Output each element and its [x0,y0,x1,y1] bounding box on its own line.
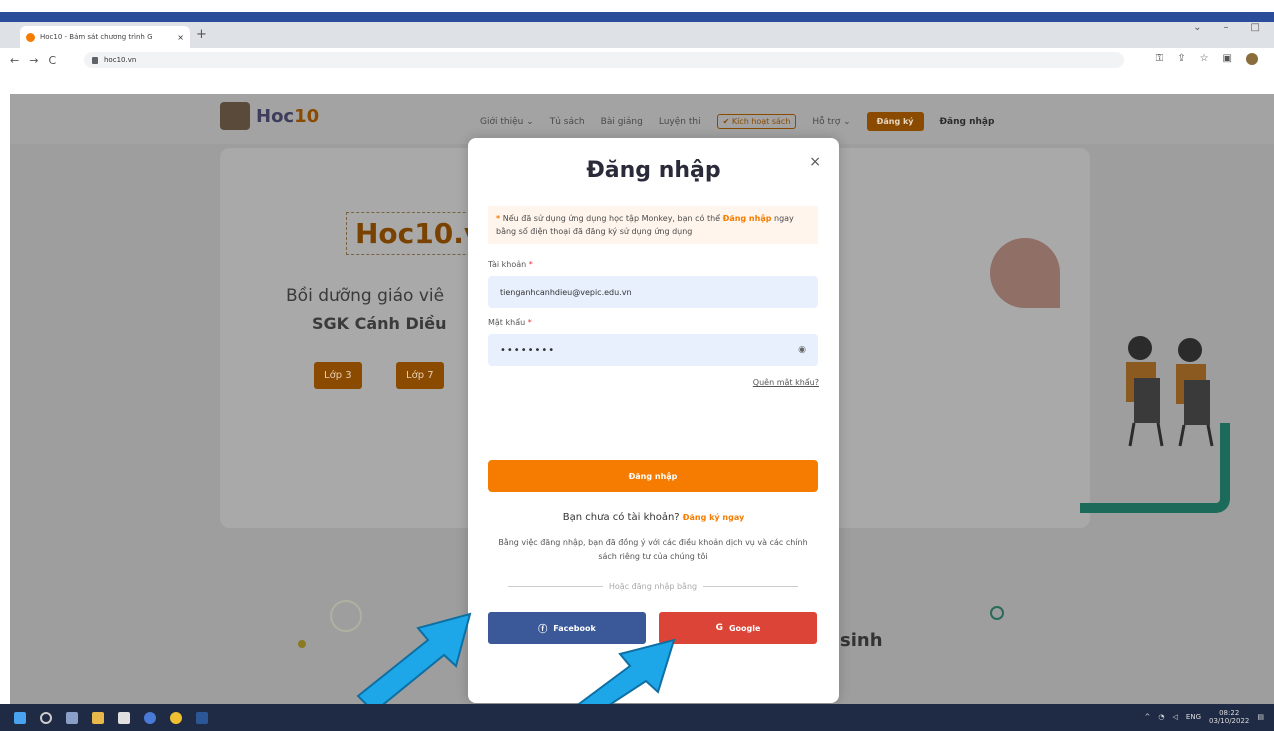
os-taskbar [0,704,1274,731]
nav-gioi-thieu[interactable]: Giới thiệu ⌄ [480,117,534,127]
file-explorer-icon[interactable] [92,711,104,724]
password-label: Mật khẩu * [488,318,532,327]
forgot-password-link[interactable]: Quên mật khẩu? [753,378,819,387]
students-illustration [1126,336,1214,447]
eye-icon[interactable]: ◉ [798,345,806,355]
nav-ho-tro[interactable]: Hỗ trợ ⌄ [812,117,850,127]
lock-icon [92,56,98,64]
login-submit-button[interactable]: Đăng nhập [488,460,818,492]
monkey-notice: * Nếu đã sử dụng ứng dụng học tập Monkey… [488,206,818,244]
nav-bai-giang[interactable]: Bài giảng [601,117,643,127]
share-icon[interactable]: ⇪ [1177,53,1185,65]
grade-7-button[interactable]: Lớp 7 [396,362,444,389]
nav-luyen-thi[interactable]: Luyện thi [659,117,701,127]
word-icon[interactable] [196,711,208,724]
password-input[interactable]: •••••••• ◉ [488,334,818,366]
clock-time: 08:22 [1219,709,1240,717]
google-label: Google [728,623,761,633]
task-view-icon[interactable] [66,711,78,724]
tab-bar [0,22,1274,48]
site-nav: Giới thiệu ⌄ Tủ sách Bài giảng Luyện thi… [480,112,994,131]
favicon-icon [26,32,35,42]
tab-title: Hoc10 - Bám sát chương trình G [40,33,153,41]
window-controls: ⌄ – □ [1193,22,1260,33]
social-divider: Hoặc đăng nhập bằng [508,582,798,591]
chevron-up-icon[interactable]: ^ [1145,713,1151,721]
network-icon[interactable]: ◔ [1158,713,1164,721]
grade-3-button[interactable]: Lớp 3 [314,362,362,389]
notice-login-link[interactable]: Đăng nhập [723,214,772,223]
maximize-button[interactable]: □ [1251,22,1260,33]
toolbar-gap [0,72,1274,94]
new-tab-button[interactable]: + [196,27,207,42]
annotation-arrow-facebook [356,612,472,714]
language-indicator[interactable]: ENG [1186,713,1201,721]
decorative-ring [990,606,1004,620]
google-icon: G [715,623,723,633]
nav-login-link[interactable]: Đăng nhập [940,117,995,127]
modal-title: Đăng nhập [586,158,721,183]
tab-close-icon[interactable]: × [177,33,184,42]
start-icon[interactable] [14,711,26,724]
chrome-icon[interactable] [170,711,182,724]
store-icon[interactable] [118,711,130,724]
key-icon[interactable]: ⚿ [1156,53,1164,65]
nav-register-button[interactable]: Đăng ký [866,112,924,131]
logo-icon [220,102,250,130]
decorative-shape [990,238,1060,308]
nav-kich-hoat-sach[interactable]: ✔ Kích hoạt sách [716,114,797,129]
terms-text: Bằng việc đăng nhập, bạn đã đồng ý với c… [498,538,808,561]
clock[interactable]: 08:22 03/10/2022 [1209,709,1249,725]
login-modal: × Đăng nhập * Nếu đã sử dụng ứng dụng họ… [468,138,839,703]
clock-date: 03/10/2022 [1209,717,1250,725]
window-title-bar [0,12,1274,22]
divider-label: Hoặc đăng nhập bằng [608,582,698,591]
address-bar[interactable]: hoc10.vn [84,52,1124,68]
tab-search-icon[interactable]: ⌄ [1193,22,1201,33]
section-heading-fragment: sinh [840,630,883,651]
no-account-text: Bạn chưa có tài khoản? Đăng ký ngay [562,512,745,523]
forward-button[interactable]: → [29,54,38,67]
notification-icon[interactable]: ▤ [1257,713,1264,721]
account-input[interactable]: tienganhcanhdieu@vepic.edu.vn [488,276,818,308]
divider-line [508,586,603,587]
toolbar-actions: ⚿ ⇪ ☆ ▣ [1156,53,1258,65]
hero-subtitle-2: SGK Cánh Diều [312,314,447,333]
hero-subtitle: Bồi dưỡng giáo viê [286,286,445,306]
divider-line [703,586,798,587]
profile-avatar[interactable] [1246,53,1258,65]
register-now-link[interactable]: Đăng ký ngay [683,513,744,522]
search-icon[interactable] [40,711,52,724]
decorative-dot [298,640,306,648]
logo-text: Hoc10 [256,105,320,127]
browser-tab[interactable]: Hoc10 - Bám sát chương trình G × [20,26,190,48]
star-icon[interactable]: ☆ [1200,53,1209,65]
sidepanel-icon[interactable]: ▣ [1223,53,1232,65]
minimize-button[interactable]: – [1224,22,1229,33]
reload-button[interactable]: C [48,54,56,67]
system-tray: ^ ◔ ◁ ENG 08:22 03/10/2022 ▤ [1145,709,1264,725]
nav-tu-sach[interactable]: Tủ sách [550,117,585,127]
mail-icon[interactable] [144,711,156,724]
url-text: hoc10.vn [104,56,137,64]
site-logo[interactable]: Hoc10 [220,102,319,130]
back-button[interactable]: ← [10,54,19,67]
volume-icon[interactable]: ◁ [1173,713,1178,721]
account-label: Tài khoản * [488,260,533,269]
